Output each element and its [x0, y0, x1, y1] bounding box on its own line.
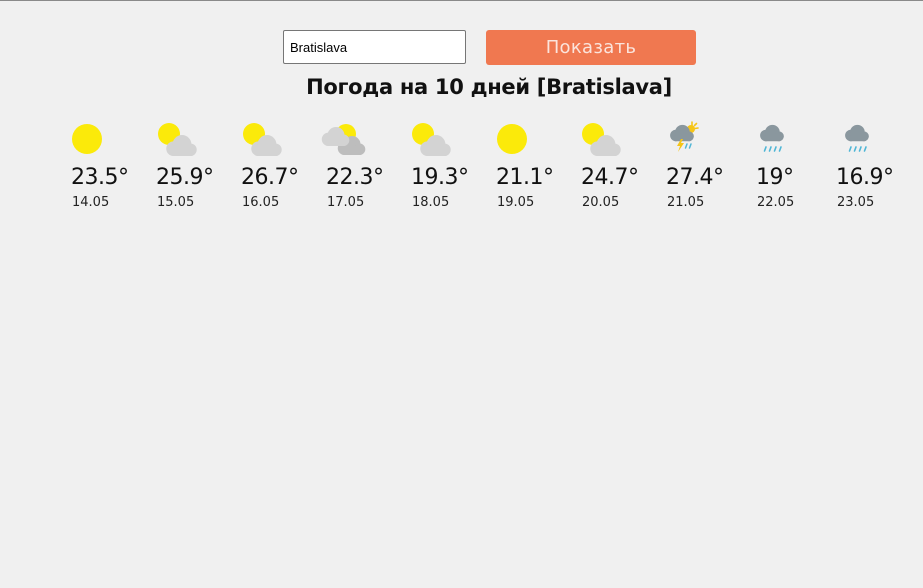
forecast-day: 26.7° 16.05 [241, 121, 322, 211]
forecast-temperature: 26.7° [241, 165, 299, 190]
forecast-day: 24.7° 20.05 [581, 121, 662, 211]
forecast-date: 17.05 [327, 195, 365, 210]
forecast-temperature: 24.7° [581, 165, 639, 190]
forecast-day: 19° 22.05 [752, 121, 832, 211]
forecast-day: 22.3° 17.05 [321, 121, 407, 211]
rain-icon [845, 124, 869, 152]
forecast-list: 23.5° 14.05 25.9° 15.05 26.7° 16.05 22.3° 17… [0, 1, 923, 231]
forecast-date: 22.05 [757, 195, 795, 210]
forecast-day: 25.9° 15.05 [156, 121, 237, 211]
forecast-temperature: 21.1° [496, 165, 554, 190]
forecast-day: 19.3° 18.05 [411, 121, 492, 211]
forecast-date: 23.05 [837, 195, 875, 210]
forecast-temperature: 19° [756, 165, 794, 190]
forecast-date: 14.05 [72, 195, 110, 210]
sun-icon [72, 124, 102, 154]
forecast-temperature: 22.3° [326, 165, 384, 190]
sun-icon [497, 124, 527, 154]
partly-cloudy-icon [158, 123, 197, 157]
forecast-temperature: 25.9° [156, 165, 214, 190]
forecast-day: 27.4° 21.05 [666, 121, 747, 211]
forecast-temperature: 19.3° [411, 165, 469, 190]
partly-cloudy-icon [582, 123, 621, 157]
forecast-day: 23.5° 14.05 [71, 121, 152, 211]
forecast-temperature: 27.4° [666, 165, 724, 190]
forecast-date: 16.05 [242, 195, 280, 210]
forecast-day: 16.9° 23.05 [836, 121, 917, 211]
thunderstorm-icon [670, 121, 699, 152]
cloudy-icon [321, 124, 366, 155]
forecast-date: 21.05 [667, 195, 705, 210]
partly-cloudy-icon [243, 123, 282, 157]
forecast-day: 21.1° 19.05 [496, 121, 577, 211]
rain-icon [760, 124, 784, 152]
forecast-date: 18.05 [412, 195, 450, 210]
forecast-date: 19.05 [497, 195, 535, 210]
forecast-temperature: 23.5° [71, 165, 129, 190]
forecast-date: 15.05 [157, 195, 195, 210]
forecast-date: 20.05 [582, 195, 620, 210]
forecast-temperature: 16.9° [836, 165, 894, 190]
partly-cloudy-icon [412, 123, 451, 157]
